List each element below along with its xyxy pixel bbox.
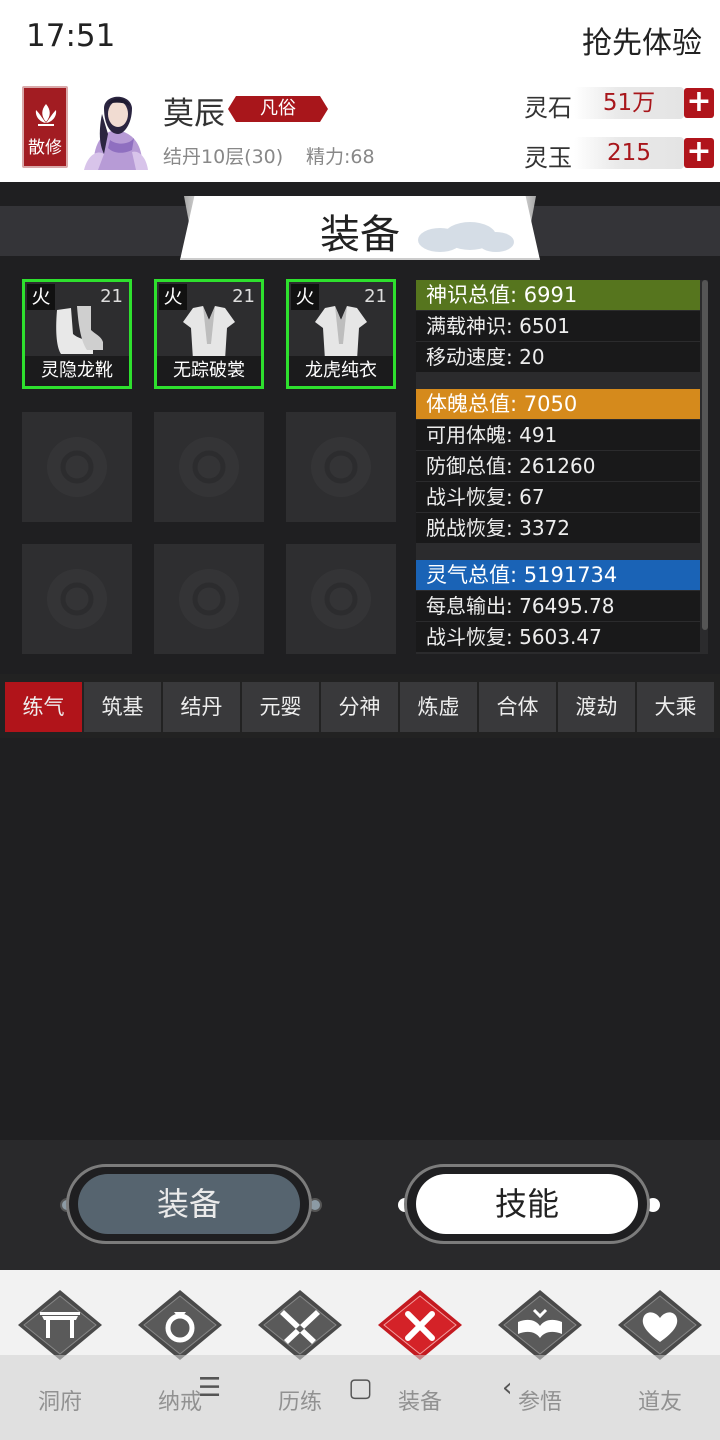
status-bar: 17:51 抢先体验	[0, 0, 720, 76]
tab-yuanying[interactable]: 元婴	[242, 682, 319, 732]
stat-row: 战斗恢复: 67	[416, 482, 700, 512]
crossed-swords-icon	[258, 1290, 342, 1360]
action-bar: 装备 技能	[0, 1140, 720, 1270]
skills-button-label: 技能	[416, 1174, 638, 1234]
equipment-slot[interactable]: 火 21 无踪破裳	[154, 279, 264, 389]
rank-badge: 凡俗	[228, 96, 328, 122]
equip-button[interactable]: 装备	[60, 1164, 322, 1244]
add-spirit-stone-button[interactable]: +	[684, 87, 714, 118]
stat-group-header: 体魄总值: 7050	[416, 389, 700, 419]
equipment-slot[interactable]: 火 21 灵隐龙靴	[22, 279, 132, 389]
avatar-portrait	[74, 84, 158, 170]
spirit-jade-value: 215	[574, 137, 684, 169]
tab-dacheng[interactable]: 大乘	[637, 682, 714, 732]
empty-equipment-slot[interactable]	[154, 412, 264, 522]
stat-group-header: 神识总值: 6991	[416, 280, 700, 310]
player-header: 散修 莫辰 凡俗 结丹10层(30) 精力:68 灵石 51万 + 灵玉 215…	[0, 76, 720, 182]
robe-icon	[183, 306, 235, 360]
realm-tabs: 练气 筑基 结丹 元婴 分神 炼虚 合体 渡劫 大乘	[0, 674, 720, 738]
equip-button-label: 装备	[78, 1174, 300, 1234]
empty-slot-emblem-icon	[179, 569, 239, 629]
energy-value: 精力:68	[306, 146, 375, 168]
empty-slot-emblem-icon	[47, 569, 107, 629]
stat-row: 移动速度: 20	[416, 342, 700, 372]
clock: 17:51	[26, 18, 116, 54]
stat-row: 战斗恢复: 5603.47	[416, 622, 700, 652]
player-name: 莫辰	[163, 96, 225, 132]
empty-equipment-slot[interactable]	[22, 412, 132, 522]
menu-icon[interactable]: ☰	[198, 1373, 221, 1403]
tab-zhuji[interactable]: 筑基	[84, 682, 161, 732]
lotus-icon	[35, 104, 57, 126]
empty-slot-emblem-icon	[179, 437, 239, 497]
stats-panel[interactable]: 神识总值: 6991 满载神识: 6501 移动速度: 20 体魄总值: 705…	[416, 280, 708, 654]
open-book-icon	[498, 1290, 582, 1360]
tab-fenshen[interactable]: 分神	[321, 682, 398, 732]
spirit-stone-value: 51万	[574, 87, 684, 119]
stat-row: 可用体魄: 491	[416, 420, 700, 450]
empty-slot-emblem-icon	[311, 569, 371, 629]
item-name: 灵隐龙靴	[25, 356, 129, 386]
tab-heti[interactable]: 合体	[479, 682, 556, 732]
equipment-slot[interactable]: 火 21 龙虎纯衣	[286, 279, 396, 389]
stat-row: 防御总值: 261260	[416, 451, 700, 481]
empty-equipment-slot[interactable]	[22, 544, 132, 654]
item-name: 龙虎纯衣	[289, 356, 393, 386]
empty-slot-emblem-icon	[47, 437, 107, 497]
equipment-x-icon	[378, 1290, 462, 1360]
tab-lianxu[interactable]: 炼虚	[400, 682, 477, 732]
tab-lianqi[interactable]: 练气	[5, 682, 82, 732]
spirit-stone-label: 灵石	[524, 94, 572, 122]
empty-equipment-slot[interactable]	[154, 544, 264, 654]
empty-equipment-slot[interactable]	[286, 412, 396, 522]
spirit-jade-label: 灵玉	[524, 144, 572, 172]
stat-row: 每息输出: 76495.78	[416, 591, 700, 621]
avatar[interactable]	[74, 84, 158, 170]
stats-scrollbar[interactable]	[702, 280, 708, 630]
tab-jiedan[interactable]: 结丹	[163, 682, 240, 732]
ring-icon	[138, 1290, 222, 1360]
robe-icon	[315, 306, 367, 360]
item-name: 无踪破裳	[157, 356, 261, 386]
page-title-tab: 装备	[160, 192, 560, 262]
empty-equipment-slot[interactable]	[286, 544, 396, 654]
sect-badge[interactable]: 散修	[22, 86, 68, 168]
tab-dujie[interactable]: 渡劫	[558, 682, 635, 732]
skills-button[interactable]: 技能	[398, 1164, 660, 1244]
stat-group-header: 灵气总值: 5191734	[416, 560, 700, 590]
sect-badge-label: 散修	[28, 138, 62, 158]
heart-hands-icon	[618, 1290, 702, 1360]
cave-gate-icon	[18, 1290, 102, 1360]
empty-slot-emblem-icon	[311, 437, 371, 497]
back-icon[interactable]: ‹	[502, 1373, 512, 1403]
home-icon[interactable]: ▢	[348, 1373, 373, 1403]
stat-row: 满载神识: 6501	[416, 311, 700, 341]
add-spirit-jade-button[interactable]: +	[684, 137, 714, 168]
stat-row: 脱战恢复: 3372	[416, 513, 700, 543]
boots-icon	[56, 306, 103, 354]
cultivation-realm: 结丹10层(30)	[163, 146, 284, 168]
early-access-label[interactable]: 抢先体验	[582, 18, 702, 62]
page-title: 装备	[320, 212, 400, 258]
system-nav-bar: ☰ ▢ ‹	[0, 1355, 720, 1440]
